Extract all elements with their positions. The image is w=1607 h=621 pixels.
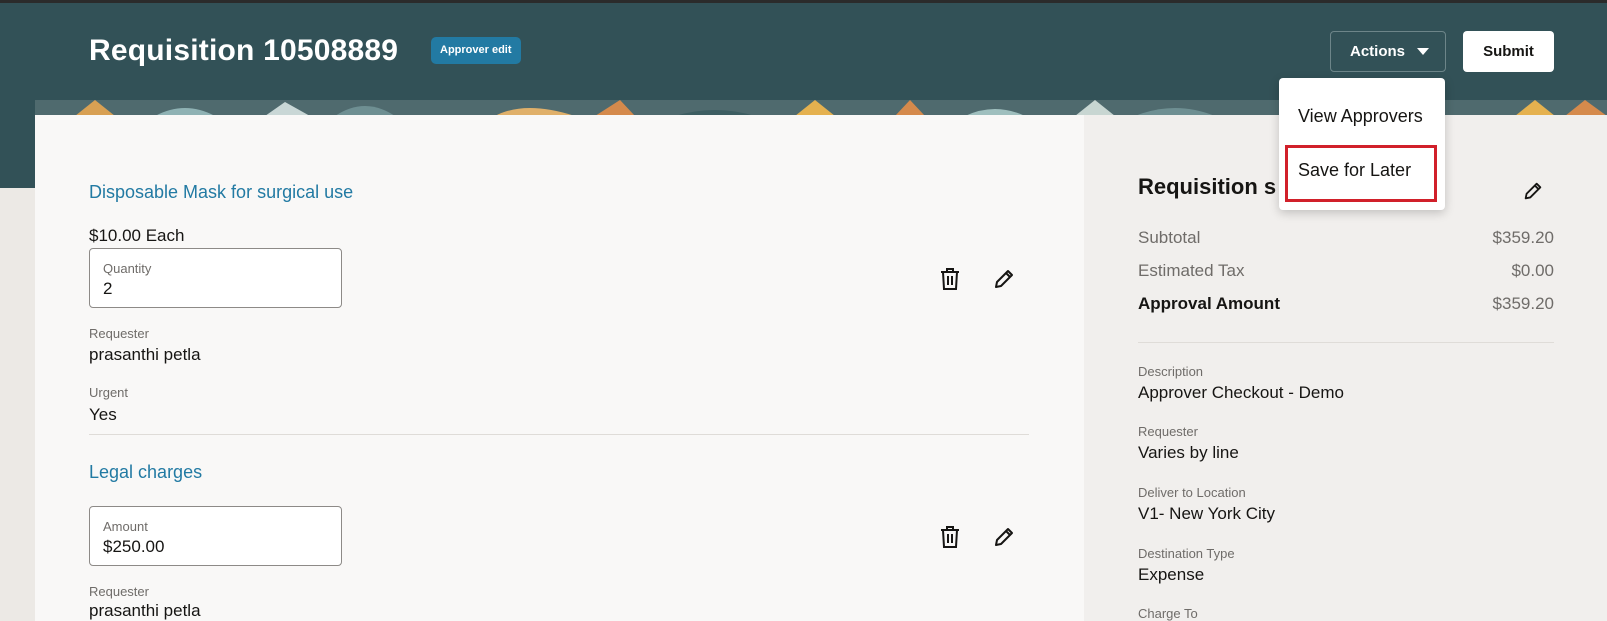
charge-to-label: Charge To — [1138, 606, 1198, 621]
summary-title: Requisition s — [1138, 174, 1277, 199]
page-background — [0, 188, 35, 621]
approval-amount-value: $359.20 — [1492, 294, 1554, 313]
quantity-field-label: Quantity — [103, 261, 152, 276]
description-label: Description — [1138, 364, 1204, 379]
amount-field-value[interactable]: $250.00 — [103, 537, 164, 557]
caret-down-icon — [1417, 48, 1430, 55]
destination-type-value: Expense — [1138, 565, 1205, 584]
quantity-field-value[interactable]: 2 — [103, 279, 112, 299]
destination-type-label: Destination Type — [1138, 546, 1235, 561]
pencil-icon[interactable] — [991, 524, 1017, 550]
trash-icon[interactable] — [937, 524, 963, 550]
tax-row: Estimated Tax $0.00 — [1138, 261, 1554, 281]
amount-field-label: Amount — [103, 519, 148, 534]
deliver-to-label: Deliver to Location — [1138, 485, 1246, 500]
pencil-icon[interactable] — [1520, 178, 1546, 204]
summary-requester-label: Requester — [1138, 424, 1198, 439]
approver-edit-badge: Approver edit — [431, 37, 521, 64]
pencil-icon[interactable] — [991, 266, 1017, 292]
line-divider — [89, 434, 1029, 435]
line-item-name-link[interactable]: Legal charges — [89, 462, 202, 483]
line-item-name-link[interactable]: Disposable Mask for surgical use — [89, 182, 353, 203]
tax-label: Estimated Tax — [1138, 261, 1245, 280]
urgent-label: Urgent — [89, 385, 129, 400]
trash-icon[interactable] — [937, 266, 963, 292]
page-title: Requisition 10508889 — [89, 34, 399, 67]
submit-button[interactable]: Submit — [1463, 31, 1554, 72]
quantity-field[interactable]: Quantity 2 — [89, 248, 342, 308]
menu-item-view-approvers[interactable]: View Approvers — [1298, 106, 1423, 127]
summary-requester-value: Varies by line — [1138, 443, 1239, 462]
urgent-value: Yes — [89, 405, 117, 424]
approval-amount-row: Approval Amount $359.20 — [1138, 294, 1554, 314]
actions-button[interactable]: Actions — [1330, 31, 1446, 72]
description-value: Approver Checkout - Demo — [1138, 383, 1344, 402]
line-item-price: $10.00 Each — [89, 226, 185, 245]
approval-amount-label: Approval Amount — [1138, 294, 1280, 313]
summary-divider — [1138, 342, 1554, 343]
tax-value: $0.00 — [1511, 261, 1554, 280]
actions-button-label: Actions — [1350, 43, 1406, 60]
subtotal-row: Subtotal $359.20 — [1138, 228, 1554, 248]
requester-label: Requester — [89, 584, 149, 599]
deliver-to-value: V1- New York City — [1138, 504, 1275, 523]
requester-value: prasanthi petla — [89, 601, 201, 620]
requester-value: prasanthi petla — [89, 345, 201, 364]
subtotal-label: Subtotal — [1138, 228, 1201, 247]
requester-label: Requester — [89, 326, 149, 341]
subtotal-value: $359.20 — [1492, 228, 1554, 247]
amount-field[interactable]: Amount $250.00 — [89, 506, 342, 566]
highlight-box — [1285, 145, 1437, 202]
